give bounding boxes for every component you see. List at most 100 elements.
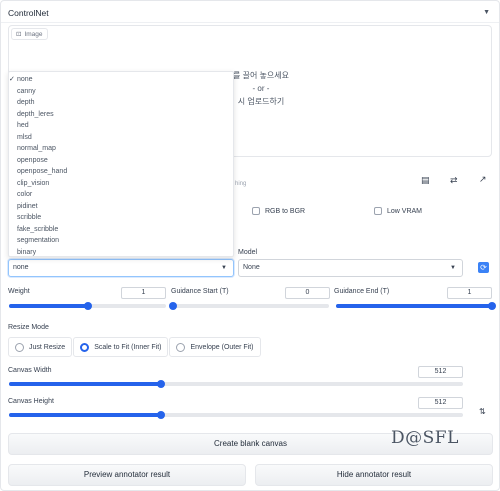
watermark: D@SFL <box>391 428 459 448</box>
slider-fill <box>336 304 492 308</box>
dropdown-option-label: canny <box>17 87 36 95</box>
preview-annotator-button[interactable]: Preview annotator result <box>8 464 246 486</box>
divider <box>1 22 499 23</box>
slider-fill <box>9 304 88 308</box>
dropdown-option-label: binary <box>17 248 37 256</box>
hide-annotator-button[interactable]: Hide annotator result <box>255 464 493 486</box>
radio-envelope[interactable]: Envelope (Outer Fit) <box>169 337 261 357</box>
partial-label: hing <box>235 181 247 187</box>
slider-thumb[interactable] <box>157 411 166 419</box>
model-select[interactable]: None ▼ <box>238 259 463 277</box>
model-label: Model <box>238 249 258 256</box>
slider-fill <box>9 413 162 417</box>
resize-mode-label: Resize Mode <box>8 324 49 331</box>
dropdown-option-scribble[interactable]: scribble <box>9 212 233 224</box>
model-value: None <box>243 264 260 271</box>
panel-title: ControlNet <box>8 8 49 18</box>
dropdown-option-label: openpose <box>17 156 48 164</box>
resize-mode-radio-group: Just Resize Scale to Fit (Inner Fit) Env… <box>8 337 262 357</box>
dropdown-option-fake-scribble[interactable]: fake_scribble <box>9 224 233 236</box>
slider-fill <box>9 382 162 386</box>
canvas-width-input[interactable]: 512 <box>418 366 463 378</box>
drop-text-or: - or - <box>252 84 270 93</box>
low-vram-checkbox[interactable]: Low VRAM <box>374 207 422 215</box>
preprocessor-dropdown-list[interactable]: ✓ none canny depth depth_lereshed mlsd normal_… <box>8 71 234 257</box>
dropdown-option-label: hed <box>17 122 29 129</box>
dropdown-option-mlsd[interactable]: mlsd <box>9 132 233 144</box>
guidance-end-slider[interactable] <box>336 302 496 310</box>
slider-thumb[interactable] <box>157 380 166 388</box>
weight-input[interactable]: 1 <box>121 287 166 299</box>
dropdown-option-openpose[interactable]: openpose <box>9 155 233 167</box>
radio-scale-to-fit[interactable]: Scale to Fit (Inner Fit) <box>73 337 169 357</box>
slider-thumb[interactable] <box>83 302 92 310</box>
dropdown-option-depth[interactable]: depth <box>9 97 233 109</box>
swap-icon[interactable]: ⇄ <box>450 175 458 186</box>
dropdown-option-label: segmentation <box>17 237 60 244</box>
image-label-text: Image <box>24 30 43 38</box>
chevron-down-icon: ▼ <box>221 265 227 271</box>
dropdown-option-label: fake_scribble <box>17 225 59 233</box>
drop-instructions: 를 끌어 놓으세요 - or - 시 업로드하기 <box>231 69 291 108</box>
drop-text-line: 를 끌어 놓으세요 <box>233 71 289 80</box>
image-icon: ⊡ <box>16 31 22 38</box>
radio-label: Just Resize <box>29 343 66 351</box>
dropdown-option-label: depth_leres <box>17 110 54 118</box>
dropdown-option-normal-map[interactable]: normal_map <box>9 143 233 155</box>
guidance-start-label: Guidance Start (T) <box>171 288 229 295</box>
radio-label: Scale to Fit (Inner Fit) <box>94 343 162 351</box>
dropdown-option-label: mlsd <box>17 133 32 141</box>
radio-dot[interactable] <box>80 342 90 352</box>
dropdown-option-label: clip_vision <box>17 179 50 187</box>
dropdown-option-clip-vision[interactable]: clip_vision <box>9 178 233 190</box>
weight-label: Weight <box>8 288 30 295</box>
checkbox-box[interactable] <box>252 207 260 215</box>
dropdown-option-label: pidinet <box>17 202 38 210</box>
preprocessor-select[interactable]: none ▼ <box>8 259 234 277</box>
checkbox-box[interactable] <box>374 207 382 215</box>
dropdown-option-label: scribble <box>17 214 42 221</box>
guidance-end-input[interactable]: 1 <box>447 287 492 299</box>
slider-thumb[interactable] <box>169 302 177 310</box>
canvas-width-slider[interactable] <box>9 380 463 388</box>
swap-dimensions-icon[interactable]: ⇅ <box>479 407 486 416</box>
canvas-height-label: Canvas Height <box>8 398 54 405</box>
drop-upload-link[interactable]: 시 업로드하기 <box>231 95 291 108</box>
dropdown-option-label: normal_map <box>17 145 56 152</box>
checkbox-label: Low VRAM <box>387 207 423 215</box>
slider-thumb[interactable] <box>488 302 496 310</box>
image-label: ⊡ Image <box>11 28 48 40</box>
radio-label: Envelope (Outer Fit) <box>190 343 254 351</box>
radio-dot[interactable] <box>15 342 24 352</box>
camera-icon[interactable]: ▤ <box>421 175 430 186</box>
preprocessor-value: none <box>13 264 29 271</box>
dropdown-option-hed[interactable]: hed <box>9 120 233 132</box>
arrow-icon[interactable]: ↗ <box>479 174 487 185</box>
weight-slider[interactable] <box>9 302 166 310</box>
guidance-start-input[interactable]: 0 <box>285 287 330 299</box>
radio-just-resize[interactable]: Just Resize <box>8 337 73 357</box>
guidance-start-slider[interactable] <box>169 302 329 310</box>
dropdown-option-label: depth <box>17 99 35 106</box>
refresh-icon[interactable]: ⟳ <box>478 262 489 273</box>
dropdown-option-color[interactable]: color <box>9 189 233 201</box>
dropdown-option-binary[interactable]: binary <box>9 247 233 259</box>
dropdown-option-label: color <box>17 191 33 198</box>
controlnet-panel: ControlNet ▼ ⊡ Image 를 끌어 놓으세요 - or - 시 … <box>0 0 500 491</box>
dropdown-option-none[interactable]: ✓ none <box>9 74 233 86</box>
dropdown-option-canny[interactable]: canny <box>9 86 233 98</box>
chevron-down-icon: ▼ <box>450 265 456 271</box>
dropdown-option-label: none <box>17 76 33 83</box>
dropdown-option-segmentation[interactable]: segmentation <box>9 235 233 247</box>
canvas-height-input[interactable]: 512 <box>418 397 463 409</box>
checkbox-label: RGB to BGR <box>265 207 306 215</box>
rgb-to-bgr-checkbox[interactable]: RGB to BGR <box>252 207 305 215</box>
canvas-height-slider[interactable] <box>9 411 463 419</box>
radio-dot[interactable] <box>176 342 186 352</box>
dropdown-option-depth-leres[interactable]: depth_leres <box>9 109 233 121</box>
canvas-width-label: Canvas Width <box>8 367 52 374</box>
dropdown-option-label: openpose_hand <box>17 168 68 175</box>
dropdown-option-pidinet[interactable]: pidinet <box>9 201 233 213</box>
dropdown-option-openpose-hand[interactable]: openpose_hand <box>9 166 233 178</box>
triangle-down-icon[interactable]: ▼ <box>483 9 490 16</box>
